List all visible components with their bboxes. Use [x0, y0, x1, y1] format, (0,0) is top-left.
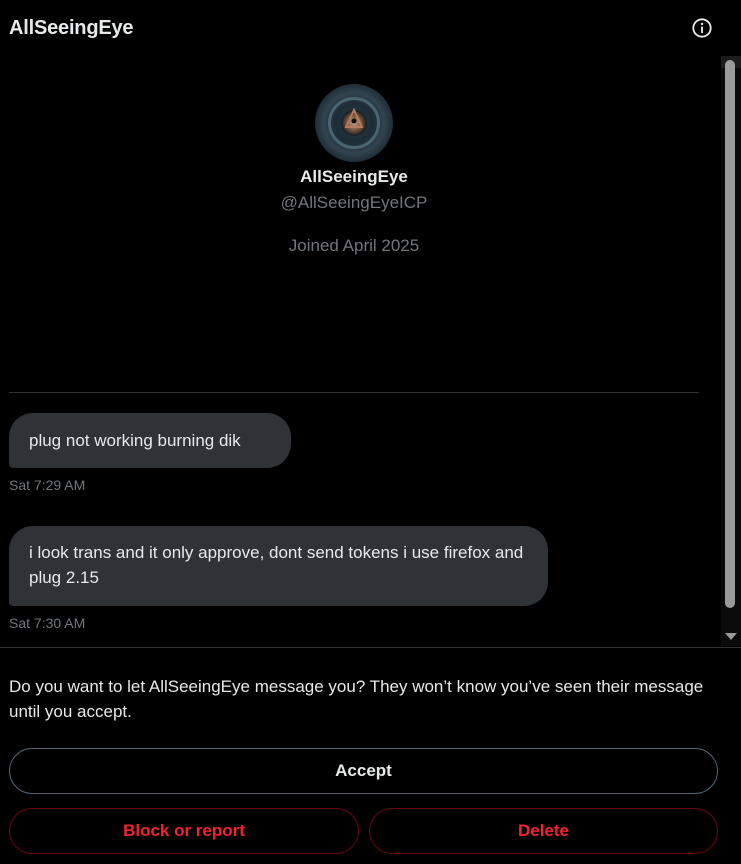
block-or-report-button[interactable]: Block or report	[9, 808, 359, 854]
scrollbar-thumb[interactable]	[725, 60, 735, 608]
dm-request-view: AllSeeingEye AllSeeingEye @AllSeeingEyeI…	[0, 0, 741, 864]
accept-button[interactable]: Accept	[9, 748, 718, 794]
avatar[interactable]	[315, 84, 393, 162]
message-bubble[interactable]: plug not working burning dik	[9, 413, 291, 468]
eye-triangle-icon	[344, 108, 364, 128]
profile-name[interactable]: AllSeeingEye	[0, 167, 708, 187]
info-circle-icon	[692, 18, 712, 38]
info-button[interactable]	[690, 16, 714, 40]
delete-button[interactable]: Delete	[369, 808, 718, 854]
conversation-title: AllSeeingEye	[9, 16, 134, 39]
message-scroll-area[interactable]: AllSeeingEye @AllSeeingEyeICP Joined Apr…	[0, 56, 741, 646]
message-timestamp: Sat 7:30 AM	[9, 615, 86, 631]
divider	[9, 392, 699, 393]
message-request-prompt: Do you want to let AllSeeingEye message …	[9, 677, 704, 721]
profile-joined-date: Joined April 2025	[288, 236, 420, 255]
scrollbar[interactable]	[721, 56, 741, 646]
message-timestamp: Sat 7:29 AM	[9, 477, 86, 493]
scroll-down-arrow-icon[interactable]	[725, 633, 737, 640]
message-bubble[interactable]: i look trans and it only approve, dont s…	[9, 526, 548, 606]
divider	[0, 647, 741, 648]
conversation-header: AllSeeingEye	[0, 0, 741, 56]
profile-handle: @AllSeeingEyeICP	[280, 193, 428, 212]
